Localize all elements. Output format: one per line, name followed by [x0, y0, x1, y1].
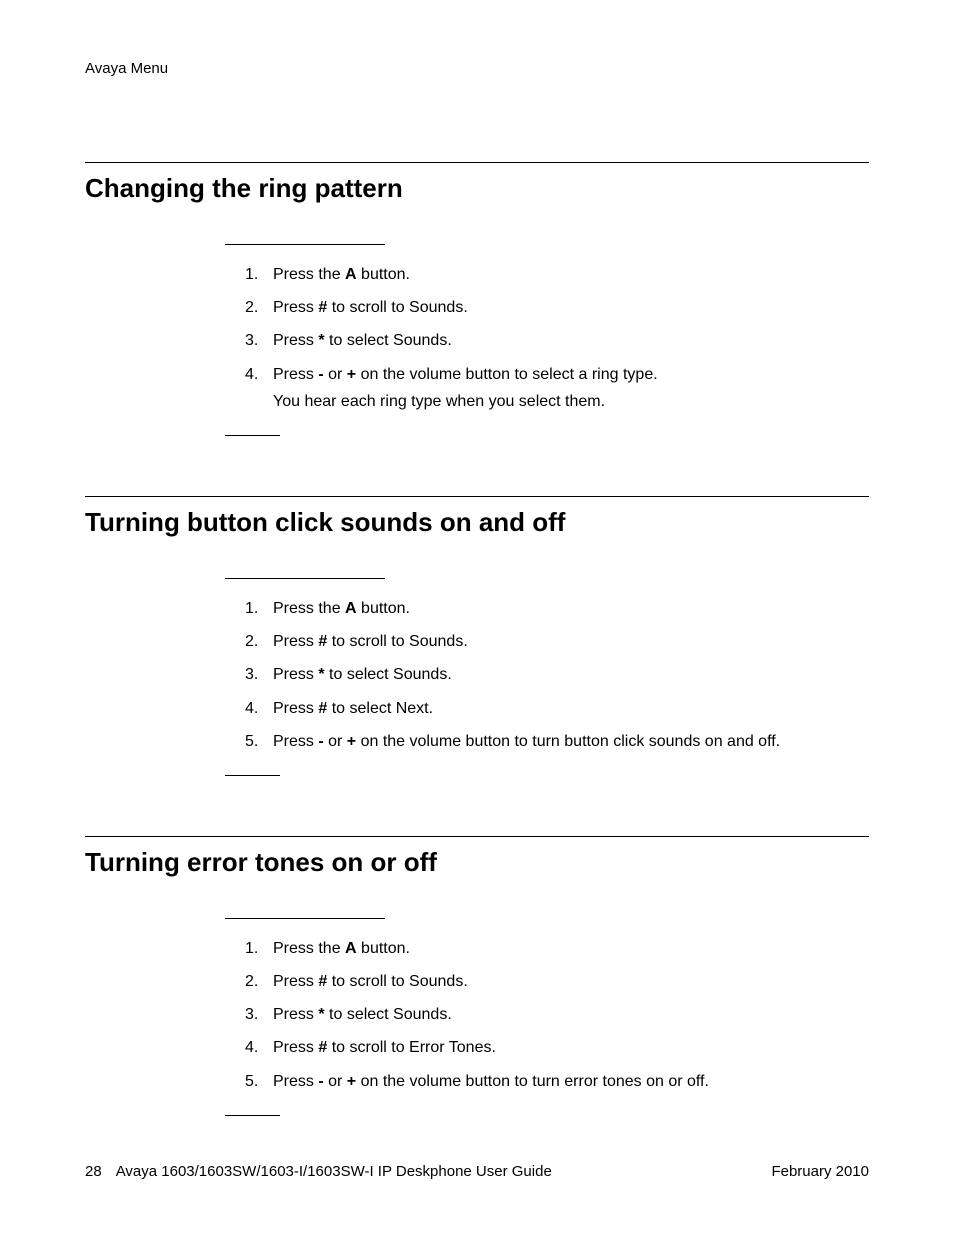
- short-rule-top: [225, 578, 385, 579]
- step-item: Press the A button.: [245, 597, 869, 620]
- step-text: Press # to select Next.: [273, 700, 433, 717]
- step-text: Press # to scroll to Sounds.: [273, 299, 468, 316]
- page: Avaya Menu Changing the ring pattern Pre…: [0, 0, 954, 1235]
- section-rule: [85, 836, 869, 837]
- footer-left: 28 Avaya 1603/1603SW/1603-I/1603SW-I IP …: [85, 1163, 552, 1180]
- step-subtext: You hear each ring type when you select …: [273, 390, 869, 413]
- step-item: Press - or + on the volume button to tur…: [245, 1070, 869, 1093]
- short-rule-bottom: [225, 775, 280, 776]
- step-text: Press - or + on the volume button to tur…: [273, 733, 780, 750]
- section-error-tones: Turning error tones on or off Press the …: [85, 836, 869, 1116]
- section-button-click-sounds: Turning button click sounds on and off P…: [85, 496, 869, 776]
- short-rule-bottom: [225, 1115, 280, 1116]
- steps-list: Press the A button. Press # to scroll to…: [245, 937, 869, 1093]
- step-item: Press # to scroll to Sounds.: [245, 970, 869, 993]
- section-title: Turning button click sounds on and off: [85, 507, 869, 538]
- step-item: Press # to scroll to Sounds.: [245, 630, 869, 653]
- step-text: Press * to select Sounds.: [273, 666, 452, 683]
- step-text: Press * to select Sounds.: [273, 332, 452, 349]
- step-item: Press - or + on the volume button to tur…: [245, 730, 869, 753]
- section-title: Changing the ring pattern: [85, 173, 869, 204]
- short-rule-top: [225, 918, 385, 919]
- page-footer: 28 Avaya 1603/1603SW/1603-I/1603SW-I IP …: [85, 1163, 869, 1180]
- step-text: Press the A button.: [273, 940, 410, 957]
- step-item: Press # to scroll to Sounds.: [245, 296, 869, 319]
- short-rule-bottom: [225, 435, 280, 436]
- step-text: Press the A button.: [273, 600, 410, 617]
- step-item: Press # to select Next.: [245, 697, 869, 720]
- step-item: Press * to select Sounds.: [245, 663, 869, 686]
- guide-title: Avaya 1603/1603SW/1603-I/1603SW-I IP Des…: [116, 1163, 552, 1180]
- step-item: Press # to scroll to Error Tones.: [245, 1036, 869, 1059]
- section-title: Turning error tones on or off: [85, 847, 869, 878]
- step-text: Press # to scroll to Sounds.: [273, 973, 468, 990]
- step-item: Press the A button.: [245, 937, 869, 960]
- step-item: Press * to select Sounds.: [245, 1003, 869, 1026]
- step-text: Press # to scroll to Error Tones.: [273, 1039, 496, 1056]
- step-text: Press * to select Sounds.: [273, 1006, 452, 1023]
- steps-list: Press the A button. Press # to scroll to…: [245, 597, 869, 753]
- section-rule: [85, 162, 869, 163]
- step-item: Press - or + on the volume button to sel…: [245, 363, 869, 413]
- step-item: Press * to select Sounds.: [245, 329, 869, 352]
- short-rule-top: [225, 244, 385, 245]
- step-item: Press the A button.: [245, 263, 869, 286]
- steps-list: Press the A button. Press # to scroll to…: [245, 263, 869, 413]
- section-rule: [85, 496, 869, 497]
- step-text: Press the A button.: [273, 266, 410, 283]
- step-text: Press - or + on the volume button to sel…: [273, 366, 658, 383]
- step-text: Press # to scroll to Sounds.: [273, 633, 468, 650]
- section-ring-pattern: Changing the ring pattern Press the A bu…: [85, 162, 869, 436]
- running-header: Avaya Menu: [85, 60, 869, 77]
- step-text: Press - or + on the volume button to tur…: [273, 1073, 709, 1090]
- footer-date: February 2010: [771, 1163, 869, 1180]
- page-number: 28: [85, 1163, 102, 1180]
